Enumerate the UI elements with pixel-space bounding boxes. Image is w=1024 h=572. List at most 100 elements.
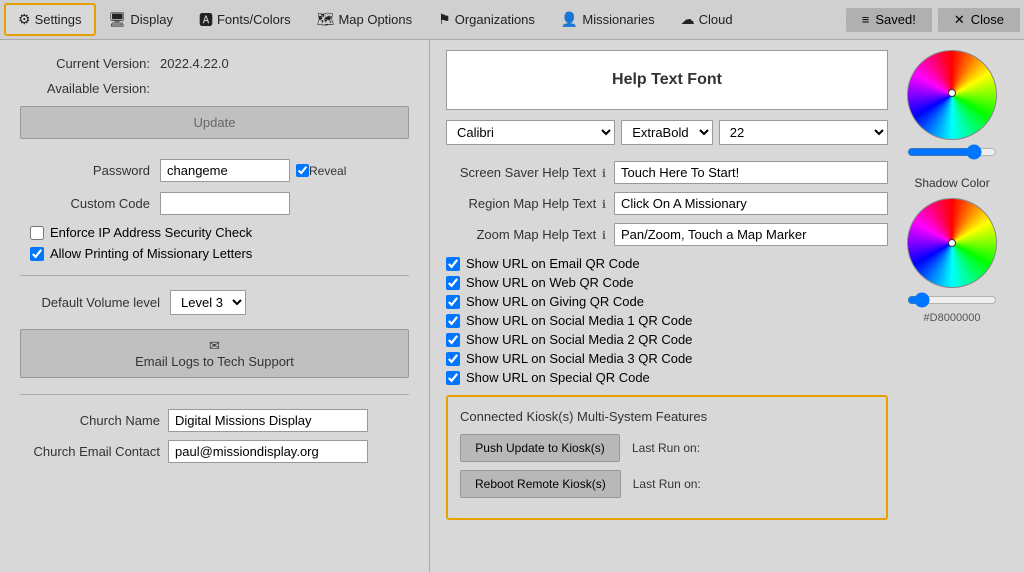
screen-saver-input[interactable] (614, 161, 888, 184)
qr-email-checkbox[interactable] (446, 257, 460, 271)
nav-organizations[interactable]: ⚑ Organizations (425, 4, 548, 35)
push-update-button[interactable]: Push Update to Kiosk(s) (460, 434, 620, 462)
font-selectors-row: Calibri Arial Times New Roman Verdana Re… (446, 120, 888, 145)
nav-display[interactable]: 🖥 Display (96, 4, 186, 35)
primary-color-wheel[interactable] (907, 50, 997, 140)
close-label: Close (971, 12, 1004, 27)
nav-fonts-label: Fonts/Colors (217, 12, 291, 27)
password-input[interactable] (160, 159, 290, 182)
region-map-info-icon[interactable]: ℹ (602, 199, 606, 211)
qr-row-6: Show URL on Special QR Code (446, 370, 888, 385)
map-icon: 🗺 (317, 11, 335, 28)
church-email-row: Church Email Contact (20, 440, 409, 463)
qr-row-3: Show URL on Social Media 1 QR Code (446, 313, 888, 328)
region-map-input[interactable] (614, 192, 888, 215)
cloud-icon: ☁ (681, 11, 695, 28)
current-version-value: 2022.4.22.0 (160, 56, 229, 71)
nav-settings[interactable]: ⚙ Settings (4, 3, 96, 36)
qr-special-label: Show URL on Special QR Code (466, 370, 650, 385)
qr-row-2: Show URL on Giving QR Code (446, 294, 888, 309)
qr-social2-label: Show URL on Social Media 2 QR Code (466, 332, 692, 347)
email-btn-label: Email Logs to Tech Support (135, 354, 294, 369)
primary-color-dot (948, 89, 956, 97)
volume-row: Default Volume level Level 1 Level 2 Lev… (20, 290, 409, 315)
church-name-input[interactable] (168, 409, 368, 432)
reveal-label: Reveal (309, 164, 346, 178)
qr-row-0: Show URL on Email QR Code (446, 256, 888, 271)
qr-row-1: Show URL on Web QR Code (446, 275, 888, 290)
password-label: Password (20, 163, 150, 178)
shadow-color-wheel-container: #D8000000 (907, 198, 997, 324)
zoom-map-row: Zoom Map Help Text ℹ (446, 223, 888, 246)
allow-printing-checkbox[interactable] (30, 247, 44, 261)
screen-saver-label: Screen Saver Help Text ℹ (446, 165, 606, 180)
zoom-map-info-icon[interactable]: ℹ (602, 230, 606, 242)
help-text-font-title: Help Text Font (612, 71, 722, 89)
available-version-label: Available Version: (20, 81, 150, 96)
push-update-row: Push Update to Kiosk(s) Last Run on: (460, 434, 874, 462)
shadow-color-wheel[interactable] (907, 198, 997, 288)
volume-label: Default Volume level (20, 295, 160, 310)
shadow-color-dot (948, 239, 956, 247)
password-row: Password Reveal (20, 159, 409, 182)
nav-missionaries[interactable]: 👤 Missionaries (548, 4, 668, 35)
kiosk-box: Connected Kiosk(s) Multi-System Features… (446, 395, 888, 520)
kiosk-title: Connected Kiosk(s) Multi-System Features (460, 409, 874, 424)
nav-fonts-colors[interactable]: 🅰 Fonts/Colors (186, 3, 304, 37)
font-size-select[interactable]: 16 18 20 22 24 28 (719, 120, 888, 145)
qr-social1-checkbox[interactable] (446, 314, 460, 328)
region-map-label: Region Map Help Text ℹ (446, 196, 606, 211)
nav-missionaries-label: Missionaries (582, 12, 654, 27)
primary-brightness-slider[interactable] (907, 144, 997, 160)
update-button[interactable]: Update (20, 106, 409, 139)
current-version-row: Current Version: 2022.4.22.0 (20, 56, 409, 71)
zoom-map-input[interactable] (614, 223, 888, 246)
qr-web-checkbox[interactable] (446, 276, 460, 290)
divider-1 (20, 275, 409, 276)
qr-social3-checkbox[interactable] (446, 352, 460, 366)
nav-org-label: Organizations (455, 12, 535, 27)
church-name-label: Church Name (20, 413, 160, 428)
qr-special-checkbox[interactable] (446, 371, 460, 385)
custom-code-row: Custom Code (20, 192, 409, 215)
custom-code-input[interactable] (160, 192, 290, 215)
enforce-ip-checkbox[interactable] (30, 226, 44, 240)
screen-saver-info-icon[interactable]: ℹ (602, 168, 606, 180)
church-email-input[interactable] (168, 440, 368, 463)
current-version-label: Current Version: (20, 56, 150, 71)
qr-email-label: Show URL on Email QR Code (466, 256, 640, 271)
font-family-select[interactable]: Calibri Arial Times New Roman Verdana (446, 120, 615, 145)
qr-social2-checkbox[interactable] (446, 333, 460, 347)
push-last-run-label: Last Run on: (632, 441, 700, 455)
nav-display-label: Display (130, 12, 173, 27)
right-main: Help Text Font Calibri Arial Times New R… (446, 50, 888, 520)
email-icon: ✉ (209, 338, 220, 354)
save-icon: ≡ (862, 12, 870, 27)
saved-button[interactable]: ≡ Saved! (846, 8, 932, 32)
navbar: ⚙ Settings 🖥 Display 🅰 Fonts/Colors 🗺 Ma… (0, 0, 1024, 40)
church-name-row: Church Name (20, 409, 409, 432)
font-weight-select[interactable]: Regular Bold ExtraBold Italic (621, 120, 713, 145)
nav-map-options[interactable]: 🗺 Map Options (304, 4, 425, 35)
reboot-row: Reboot Remote Kiosk(s) Last Run on: (460, 470, 874, 498)
close-button[interactable]: ✕ Close (938, 8, 1020, 32)
available-version-row: Available Version: (20, 81, 409, 96)
settings-icon: ⚙ (18, 11, 31, 28)
volume-select[interactable]: Level 1 Level 2 Level 3 Level 4 Level 5 (170, 290, 246, 315)
right-content: Help Text Font Calibri Arial Times New R… (446, 50, 1008, 520)
allow-printing-label: Allow Printing of Missionary Letters (50, 246, 252, 261)
reboot-button[interactable]: Reboot Remote Kiosk(s) (460, 470, 621, 498)
left-panel: Current Version: 2022.4.22.0 Available V… (0, 40, 430, 572)
shadow-color-label: Shadow Color (914, 176, 989, 190)
email-logs-button[interactable]: ✉ Email Logs to Tech Support (20, 329, 409, 378)
close-icon: ✕ (954, 12, 965, 28)
qr-giving-checkbox[interactable] (446, 295, 460, 309)
org-icon: ⚑ (438, 11, 451, 28)
custom-code-label: Custom Code (20, 196, 150, 211)
nav-cloud[interactable]: ☁ Cloud (668, 4, 746, 35)
shadow-brightness-slider[interactable] (907, 292, 997, 308)
qr-section: Show URL on Email QR Code Show URL on We… (446, 256, 888, 385)
fonts-icon: 🅰 (199, 10, 213, 30)
reveal-checkbox[interactable] (296, 164, 309, 177)
help-text-font-box: Help Text Font (446, 50, 888, 110)
